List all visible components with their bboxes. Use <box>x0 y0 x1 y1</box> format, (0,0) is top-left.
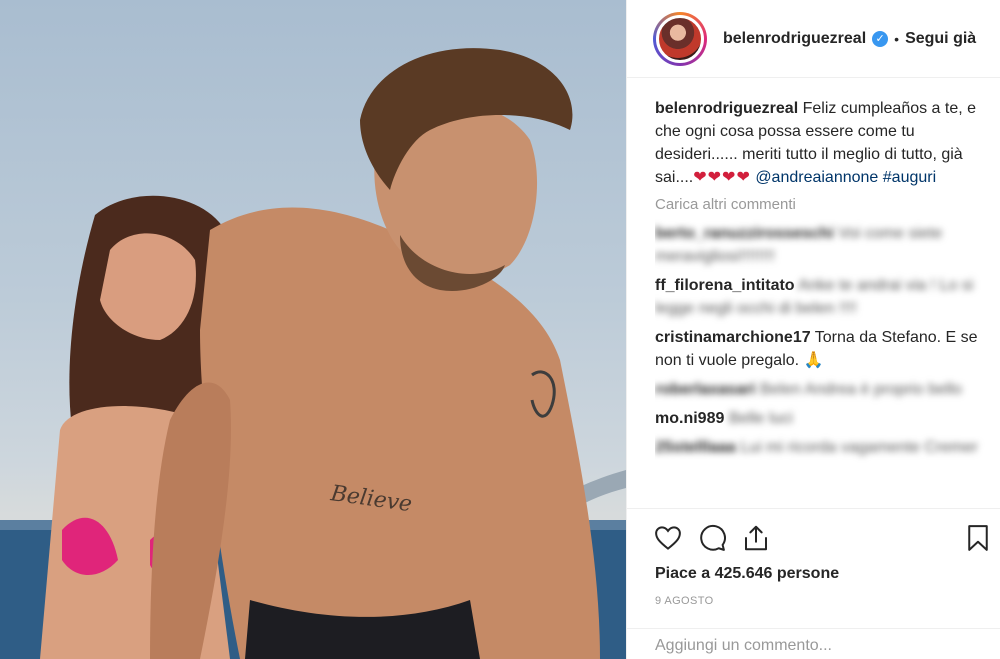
comment-item: 25stelllaaa Lui mi ricorda vagamente Cre… <box>655 436 987 459</box>
post-actions: Piace a 425.646 persone 9 AGOSTO <box>627 508 1000 648</box>
post-date: 9 AGOSTO <box>655 595 714 607</box>
add-comment-input[interactable]: Aggiungi un commento... <box>627 628 1000 659</box>
comment-icon[interactable] <box>697 523 727 558</box>
comments-list: belenrodriguezreal Feliz cumpleaños a te… <box>655 97 987 507</box>
post-photo[interactable]: Believe <box>0 0 626 659</box>
heart-icon[interactable] <box>653 523 683 558</box>
comment-item: cristinamarchione17 Torna da Stefano. E … <box>655 326 987 372</box>
comment-author[interactable]: ff_filorena_intitato <box>655 277 795 294</box>
post-header: belenrodriguezreal ✓ • Segui già <box>627 0 1000 78</box>
comment-author[interactable]: mo.ni989 <box>655 410 724 427</box>
caption-author[interactable]: belenrodriguezreal <box>655 100 798 117</box>
mention-link[interactable]: @andreaiannone <box>755 169 878 186</box>
comment-item: roberlaxasari Belen Andrea è proprio bel… <box>655 378 987 401</box>
comment-text: Belen Andrea è proprio bello <box>759 381 962 398</box>
comment-text: Belle luci <box>728 410 793 427</box>
hearts-emoji: ❤❤❤❤ <box>693 169 751 186</box>
photo-illustration: Believe <box>0 48 626 659</box>
share-icon[interactable] <box>741 523 771 558</box>
follow-button[interactable]: Segui già <box>905 30 976 48</box>
separator-dot: • <box>894 30 900 47</box>
verified-check-icon: ✓ <box>872 30 889 47</box>
comment-author[interactable]: roberlaxasari <box>655 381 756 398</box>
hashtag-link[interactable]: #auguri <box>883 169 936 186</box>
comment-author[interactable]: cristinamarchione17 <box>655 329 811 346</box>
bookmark-icon[interactable] <box>963 523 993 558</box>
comment-item: ff_filorena_intitato Anke te andrai via … <box>655 274 987 320</box>
likes-count[interactable]: Piace a 425.646 persone <box>655 565 839 583</box>
avatar-image <box>656 14 704 63</box>
avatar[interactable] <box>653 11 707 66</box>
comment-text: Lui mi ricorda vagamente Cremer <box>740 439 978 456</box>
action-icons <box>653 523 771 558</box>
comment-item: berto_ranuzzirosseschi Voi come siete me… <box>655 222 987 268</box>
caption: belenrodriguezreal Feliz cumpleaños a te… <box>655 97 987 189</box>
comment-author[interactable]: 25stelllaaa <box>655 439 736 456</box>
load-more-comments[interactable]: Carica altri commenti <box>655 193 987 216</box>
author-username[interactable]: belenrodriguezreal <box>723 30 866 48</box>
comment-author[interactable]: berto_ranuzzirosseschi <box>655 225 834 242</box>
post-side-panel: belenrodriguezreal ✓ • Segui già belenro… <box>626 0 1000 659</box>
comment-item: mo.ni989 Belle luci <box>655 407 987 430</box>
